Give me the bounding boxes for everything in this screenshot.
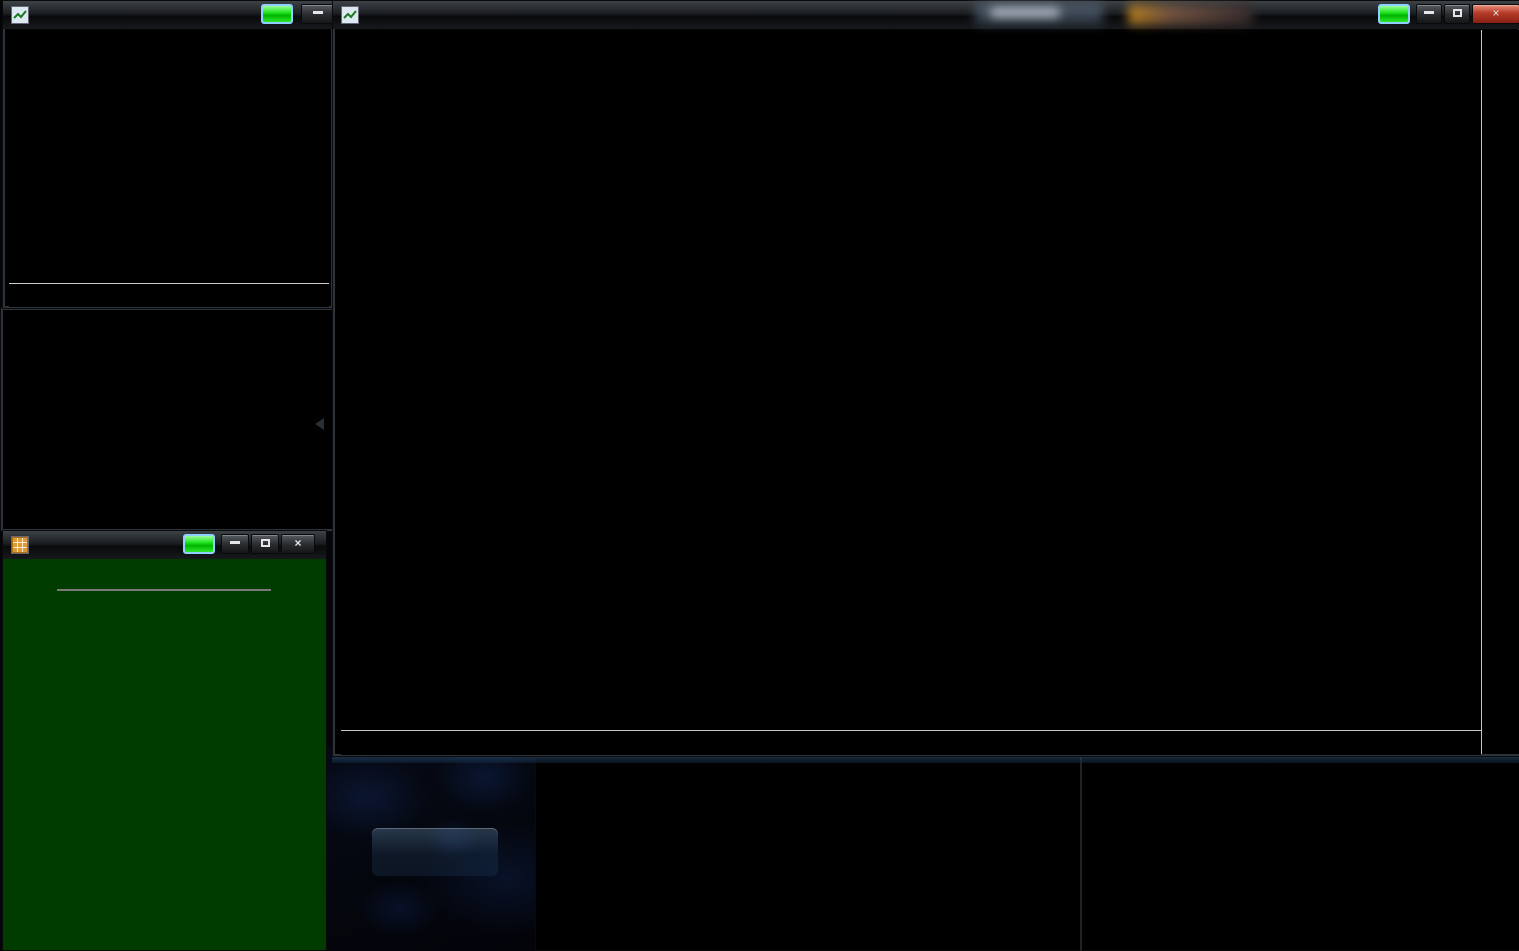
titlebar[interactable] bbox=[333, 1, 1519, 29]
window-chart-15min bbox=[1080, 757, 1519, 951]
window-chart-5min: × bbox=[332, 0, 1519, 757]
minimize-button[interactable] bbox=[1416, 4, 1442, 24]
time-axis[interactable] bbox=[9, 283, 329, 307]
chart-2min-canvas[interactable] bbox=[3, 319, 333, 531]
maximize-button[interactable] bbox=[1444, 4, 1470, 24]
scroll-left-icon[interactable] bbox=[315, 418, 324, 430]
time-axis[interactable] bbox=[341, 730, 1481, 755]
chart-5min-canvas[interactable] bbox=[341, 30, 1482, 730]
link-button[interactable] bbox=[183, 534, 215, 554]
dom-grid-icon bbox=[11, 536, 29, 554]
minimize-button[interactable] bbox=[221, 534, 249, 554]
link-button[interactable] bbox=[261, 4, 293, 24]
close-button[interactable]: × bbox=[1472, 4, 1519, 24]
chart-15min-canvas[interactable] bbox=[1084, 761, 1494, 936]
desktop-wallpaper bbox=[325, 748, 537, 949]
link-button[interactable] bbox=[1378, 4, 1410, 24]
close-button[interactable]: × bbox=[281, 534, 315, 554]
desktop: × × bbox=[0, 0, 1519, 949]
window-chart-2min bbox=[0, 307, 336, 532]
chart-icon bbox=[341, 6, 359, 24]
chart-icon bbox=[11, 6, 29, 24]
maximize-button[interactable] bbox=[251, 534, 279, 554]
window-chart-60min bbox=[535, 757, 1082, 951]
window-chart-3min bbox=[2, 0, 334, 309]
dom-body bbox=[3, 559, 326, 950]
chart-60min-canvas[interactable] bbox=[538, 761, 1006, 936]
clock-gadget[interactable] bbox=[372, 828, 498, 876]
window-dom: × bbox=[2, 530, 327, 951]
minimize-button[interactable] bbox=[301, 4, 334, 24]
dom-ladder bbox=[57, 589, 271, 591]
chart-3min-canvas[interactable] bbox=[9, 30, 329, 283]
price-axis[interactable] bbox=[1481, 30, 1519, 754]
